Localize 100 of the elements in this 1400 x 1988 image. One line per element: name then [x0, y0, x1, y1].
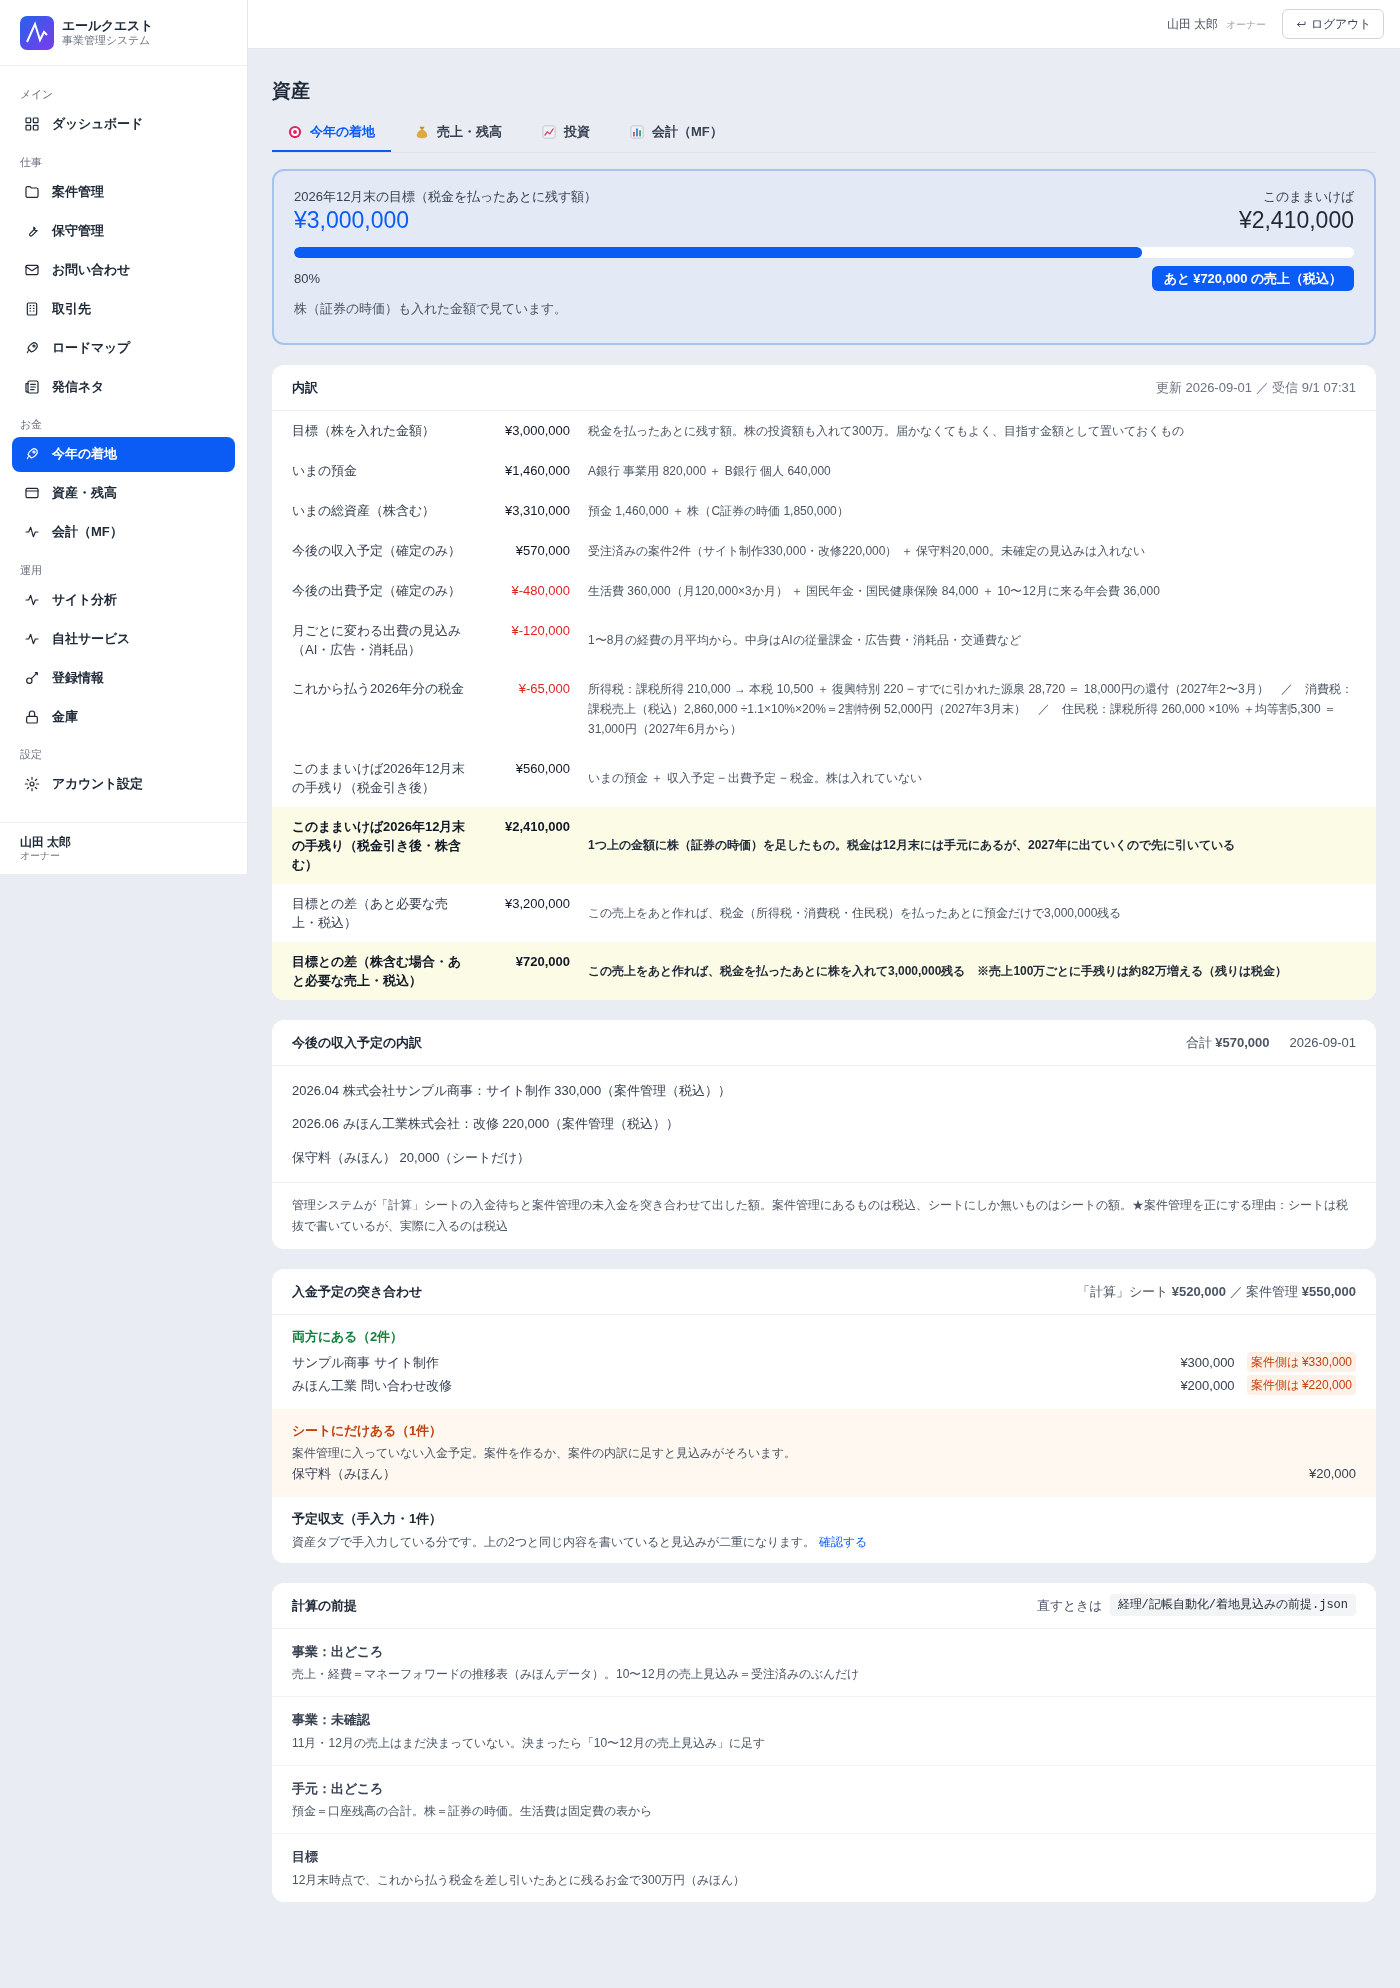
tab[interactable]: 売上・残高 — [399, 113, 518, 152]
nav-item[interactable]: 登録情報 — [12, 660, 235, 695]
row-amount: ¥-480,000 — [510, 581, 570, 600]
group-description: 資産タブで手入力している分です。上の2つと同じ内容を書いていると見込みが二重になります。 確認する — [292, 1533, 868, 1551]
app-name: エールクエスト — [62, 17, 153, 34]
tab[interactable]: 投資 — [526, 113, 606, 152]
group-title: 予定収支（手入力・1件） — [292, 1510, 444, 1529]
lock-icon — [24, 708, 40, 725]
reconciliation-amount: ¥200,000 — [1180, 1376, 1235, 1395]
nav-item[interactable]: 案件管理 — [12, 174, 235, 209]
header-user-name: 山田 太郎 — [1166, 16, 1218, 33]
goal-note: 株（証券の時価）も入れた金額で見ています。 — [294, 300, 568, 319]
row-note: 税金を払ったあとに残す額。株の投資額も入れて300万。届かなくてもよく、目指す金額として置いておくもの — [588, 422, 1186, 440]
nav-item[interactable]: サイト分析 — [12, 582, 235, 617]
group-title: シートにだけある（1件） — [292, 1421, 444, 1440]
card-title: 今後の収入予定の内訳 — [292, 1033, 422, 1052]
pulse-icon — [24, 524, 40, 540]
row-amount: ¥560,000 — [514, 759, 570, 778]
row-amount: ¥3,200,000 — [503, 894, 570, 913]
nav-item[interactable]: 会計（MF） — [12, 514, 235, 550]
file-path: 経理/記帳自動化/着地見込みの前提.json — [1109, 1594, 1356, 1617]
row-label: このままいけば2026年12月末の手残り（税金引き後・株含む） — [292, 817, 467, 874]
logout-button[interactable]: ログアウト — [1282, 9, 1384, 39]
mismatch-badge: 案件側は ¥330,000 — [1246, 1352, 1356, 1373]
nav-item[interactable]: ロードマップ — [12, 330, 235, 365]
row-amount: ¥3,310,000 — [503, 501, 570, 520]
card-title: 計算の前提 — [292, 1596, 357, 1615]
nav-item[interactable]: お問い合わせ — [12, 252, 235, 287]
group-description: 案件管理に入っていない入金予定。案件を作るか、案件の内訳に足すと見込みがそろいます。 — [292, 1445, 797, 1463]
nav-group-label: お金 — [19, 417, 43, 432]
row-note: A銀行 事業用 820,000 ＋ B銀行 個人 640,000 — [588, 462, 832, 480]
row-amount: ¥720,000 — [514, 952, 570, 971]
bar-chart-icon — [630, 124, 644, 139]
row-note: この売上をあと作れば、税金を払ったあとに株を入れて3,000,000残る ※売上100万ごとに手残りは約82万増える（残りは税金） — [588, 962, 1288, 980]
row-amount: ¥1,460,000 — [503, 461, 570, 480]
wallet-icon — [24, 485, 40, 501]
row-label: このままいけば2026年12月末の手残り（税金引き後） — [292, 759, 467, 797]
income-note: 管理システムが「計算」シートの入金待ちと案件管理の未入金を突き合わせて出した額。案件管理にあるものは税込、シートにしか無いものはシートの額。★案件管理を正にする理由：シートは税抜で書いているが、実際に入るのは税込 — [272, 1182, 1376, 1250]
group-title: 両方にある（2件） — [292, 1328, 405, 1347]
nav-item[interactable]: ダッシュボード — [12, 106, 235, 142]
confirm-link[interactable]: 確認する — [818, 1534, 867, 1549]
nav-item[interactable]: 資産・残高 — [12, 475, 235, 511]
row-note: 受注済みの案件2件（サイト制作330,000・改修220,000） ＋ 保守料20,000。未確定の見込みは入れない — [588, 542, 1146, 560]
row-label: 目標との差（あと必要な売上・税込） — [292, 894, 449, 932]
income-item: 保守料（みほん） 20,000（シートだけ） — [292, 1148, 532, 1167]
reconciliation-amount: ¥300,000 — [1180, 1353, 1235, 1372]
reconciliation-item: サンプル商事 サイト制作 — [292, 1353, 439, 1372]
assumption-text: 預金＝口座残高の合計。株＝証券の時価。生活費は固定費の表から — [292, 1803, 653, 1821]
nav-item[interactable]: 取引先 — [12, 291, 235, 326]
nav-item[interactable]: 発信ネタ — [12, 369, 235, 404]
header-user-role: オーナー — [1226, 17, 1266, 32]
assumption-title: 目標 — [292, 1848, 319, 1867]
row-amount: ¥3,000,000 — [503, 421, 570, 440]
nav-item[interactable]: 今年の着地 — [12, 436, 235, 472]
newspaper-icon — [24, 378, 40, 395]
folder-icon — [24, 183, 40, 200]
row-label: 月ごとに変わる出費の見込み（AI・広告・消耗品） — [292, 621, 462, 659]
row-note: いまの預金 ＋ 収入予定 − 出費予定 − 税金。株は入れていない — [588, 769, 924, 787]
row-amount: ¥-65,000 — [517, 679, 570, 698]
assumption-text: 売上・経費＝マネーフォワードの推移表（みほんデータ）。10〜12月の売上見込み＝受注済みのぶんだけ — [292, 1666, 860, 1684]
row-label: 今後の収入予定（確定のみ） — [292, 541, 462, 560]
row-label: 今後の出費予定（確定のみ） — [292, 581, 462, 600]
nav-item[interactable]: 保守管理 — [12, 213, 235, 248]
row-label: いまの預金 — [292, 461, 358, 480]
income-item: 2026.04 株式会社サンプル商事：サイト制作 330,000（案件管理（税込）） — [292, 1081, 733, 1100]
building-icon — [24, 300, 40, 317]
logo-icon — [20, 15, 54, 50]
reconciliation-amount: ¥20,000 — [1309, 1465, 1356, 1483]
grid-icon — [24, 116, 40, 132]
nav-item[interactable]: アカウント設定 — [12, 766, 235, 802]
row-note: 1つ上の金額に株（証券の時価）を足したもの。税金は12月末には手元にあるが、2027年に出ていくので先に引いている — [588, 837, 1236, 855]
assumption-text: 12月末時点で、これから払う税金を差し引いたあとに残るお金で300万円（みほん） — [292, 1871, 747, 1889]
reconciliation-item: みほん工業 問い合わせ改修 — [292, 1376, 452, 1395]
nav-item[interactable]: 金庫 — [12, 699, 235, 734]
goal-label: 2026年12月末の目標（税金を払ったあとに残す額） — [294, 187, 598, 206]
row-label: いまの総資産（株含む） — [292, 501, 436, 520]
card-title: 内訳 — [292, 378, 318, 397]
row-label: 目標との差（株含む場合・あと必要な売上・税込） — [292, 952, 462, 990]
nav-group-label: 仕事 — [19, 154, 43, 170]
assumption-title: 手元：出どころ — [292, 1779, 384, 1798]
income-date: 2026-09-01 — [1289, 1033, 1356, 1052]
assumption-title: 事業：未確認 — [292, 1711, 371, 1730]
reconciliation-summary: 「計算」シート ¥520,000 ／ 案件管理 ¥550,000 — [1077, 1283, 1356, 1301]
tab[interactable]: 今年の着地 — [272, 113, 391, 152]
progress-percent: 80% — [294, 269, 321, 288]
reconciliation-item: 保守料（みほん） — [292, 1465, 396, 1483]
assumption-title: 事業：出どころ — [292, 1642, 384, 1661]
line-chart-icon — [542, 124, 556, 139]
nav-group-label: 設定 — [19, 747, 43, 762]
money-bag-icon — [415, 124, 429, 139]
tab[interactable]: 会計（MF） — [614, 113, 739, 152]
user-name: 山田 太郎 — [20, 834, 73, 850]
assumption-text: 11月・12月の売上はまだ決まっていない。決まったら「10〜12月の売上見込み」に足す — [292, 1734, 766, 1752]
updated-text: 更新 2026-09-01 ／ 受信 9/1 07:31 — [1155, 378, 1356, 397]
row-label: これから払う2026年分の税金 — [292, 679, 465, 698]
page-title: 資産 — [272, 79, 311, 103]
row-note: 預金 1,460,000 ＋ 株（C証券の時価 1,850,000） — [588, 502, 850, 520]
nav-item[interactable]: 自社サービス — [12, 621, 235, 656]
card-title: 入金予定の突き合わせ — [292, 1283, 422, 1301]
nav-group-label: メイン — [19, 87, 54, 102]
